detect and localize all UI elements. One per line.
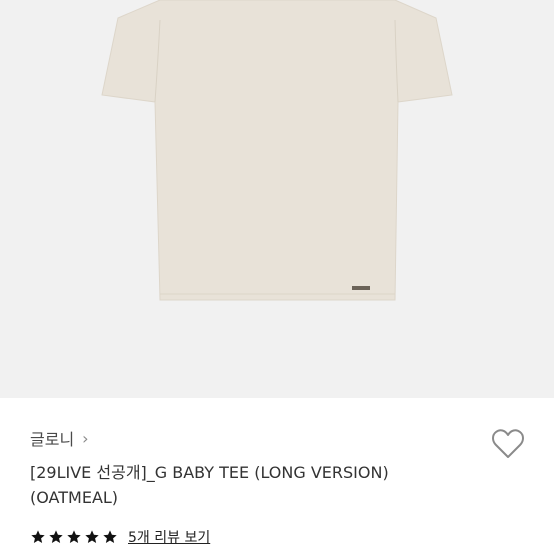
product-title-line-2: (OATMEAL)	[30, 488, 119, 507]
brand-name[interactable]: 글로니	[30, 426, 74, 450]
star-filled-icon	[85, 530, 99, 543]
review-link[interactable]: 5개 리뷰 보기	[128, 527, 210, 547]
product-page: 글로니 › [29LIVE 선공개]_G BABY TEE (LONG VERS…	[0, 0, 554, 554]
brand-link[interactable]: 글로니 ›	[30, 426, 89, 450]
tshirt-body	[101, 0, 453, 301]
chevron-right-icon: ›	[82, 428, 89, 448]
hem-label	[352, 286, 370, 290]
star-filled-icon	[103, 530, 117, 543]
t-shirt-illustration	[101, 0, 453, 301]
product-image[interactable]	[0, 0, 554, 398]
product-title-line-1: [29LIVE 선공개]_G BABY TEE (LONG VERSION)	[30, 463, 389, 482]
product-info-panel: 글로니 › [29LIVE 선공개]_G BABY TEE (LONG VERS…	[0, 398, 554, 554]
star-filled-icon	[31, 530, 45, 543]
rating-row: 5개 리뷰 보기	[30, 527, 210, 547]
heart-outline-icon[interactable]	[490, 426, 526, 462]
product-title: [29LIVE 선공개]_G BABY TEE (LONG VERSION) (…	[30, 460, 490, 510]
star-filled-icon	[67, 530, 81, 543]
rating-stars	[30, 529, 118, 545]
star-filled-icon	[49, 530, 63, 543]
